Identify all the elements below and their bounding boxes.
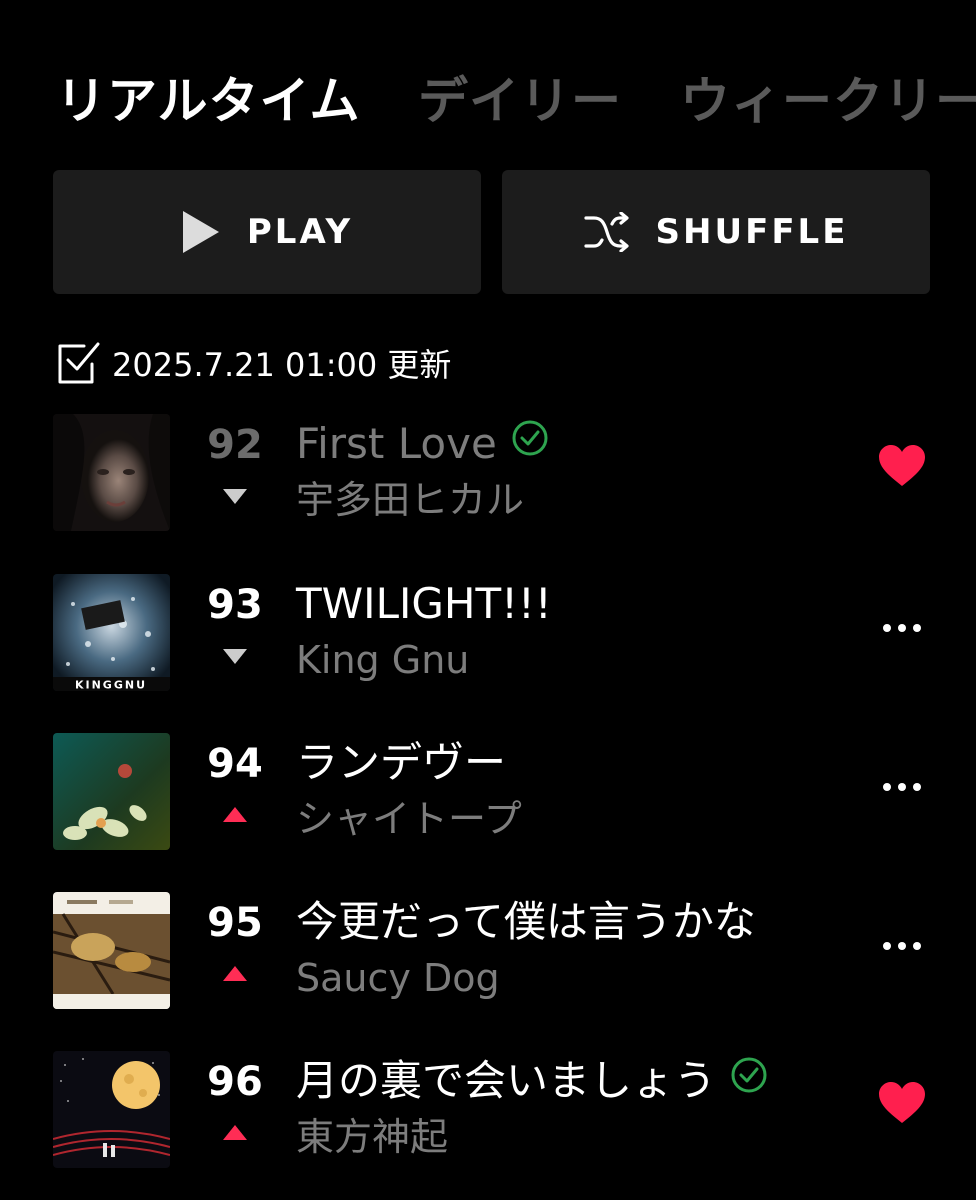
song-title: 今更だって僕は言うかな	[296, 897, 756, 946]
more-options-button[interactable]	[876, 920, 928, 972]
verified-check-icon	[730, 1054, 768, 1106]
more-dots-icon	[883, 942, 921, 950]
shuffle-button-label: SHUFFLE	[655, 212, 849, 252]
album-art	[53, 733, 170, 850]
song-title: 月の裏で会いましょう	[296, 1055, 768, 1110]
artist-name: シャイトープ	[296, 797, 522, 841]
update-time-text: 2025.7.21 01:00 更新	[112, 346, 452, 384]
tab-realtime[interactable]: リアルタイム	[56, 66, 361, 136]
song-row[interactable]: 95 今更だって僕は言うかな Saucy Dog	[0, 892, 976, 1012]
album-art	[53, 414, 170, 531]
song-row[interactable]: 92 First Love 宇多田ヒカル	[0, 414, 976, 534]
trend-down-icon	[222, 486, 248, 506]
shuffle-button[interactable]: SHUFFLE	[502, 170, 930, 294]
trend-up-icon	[222, 1123, 248, 1143]
checkbox-icon	[56, 340, 102, 386]
update-timestamp: 2025.7.21 01:00 更新	[56, 340, 451, 386]
rank-number: 95	[207, 900, 263, 946]
song-title: ランデヴー	[296, 738, 507, 787]
heart-icon	[878, 444, 926, 492]
album-art	[53, 1051, 170, 1168]
play-button-label: PLAY	[246, 212, 354, 252]
more-dots-icon	[883, 783, 921, 791]
rank-number: 94	[207, 741, 263, 787]
like-button[interactable]	[876, 1079, 928, 1131]
song-row[interactable]: 94 ランデヴー シャイトープ	[0, 733, 976, 853]
song-title: First Love	[296, 418, 549, 473]
verified-check-icon	[511, 417, 549, 469]
rank-number: 92	[207, 422, 263, 468]
song-title: TWILIGHT!!!	[296, 579, 552, 628]
rank-number: 93	[207, 582, 263, 628]
more-dots-icon	[883, 624, 921, 632]
artist-name: King Gnu	[296, 638, 470, 682]
play-button[interactable]: PLAY	[53, 170, 481, 294]
heart-icon	[878, 1081, 926, 1129]
album-art: KINGGNU	[53, 574, 170, 691]
artist-name: 宇多田ヒカル	[296, 478, 525, 522]
more-options-button[interactable]	[876, 602, 928, 654]
more-options-button[interactable]	[876, 761, 928, 813]
album-art	[53, 892, 170, 1009]
trend-down-icon	[222, 646, 248, 666]
rank-number: 96	[207, 1059, 263, 1105]
shuffle-icon	[583, 212, 630, 252]
song-row[interactable]: 96 月の裏で会いましょう 東方神起	[0, 1051, 976, 1171]
ranking-screen: リアルタイム デイリー ウィークリー PLAY SHUFFLE 2025.7.2…	[0, 0, 976, 1200]
artist-name: Saucy Dog	[296, 956, 500, 1000]
trend-up-icon	[222, 964, 248, 984]
artist-name: 東方神起	[296, 1115, 449, 1159]
trend-up-icon	[222, 805, 248, 825]
album-logo-text: KINGGNU	[75, 679, 147, 692]
tab-weekly[interactable]: ウィークリー	[680, 66, 976, 136]
play-icon	[181, 209, 221, 255]
tab-daily[interactable]: デイリー	[418, 66, 622, 136]
song-row[interactable]: KINGGNU 93 TWILIGHT!!! King Gnu	[0, 574, 976, 694]
like-button[interactable]	[876, 442, 928, 494]
